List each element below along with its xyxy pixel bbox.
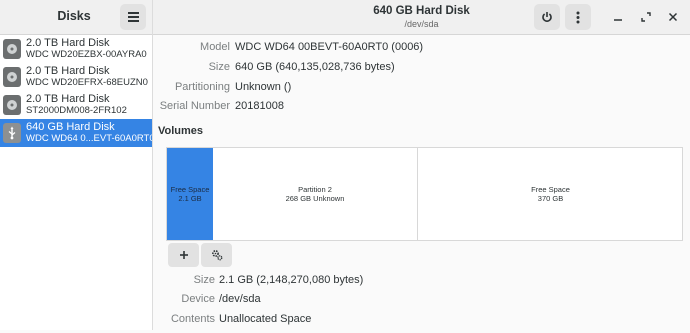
close-icon [668, 12, 678, 22]
disk-name: 2.0 TB Hard Disk [26, 93, 110, 105]
volume-segment-free-space[interactable]: Free Space 2.1 GB [167, 148, 213, 240]
property-value: /dev/sda [219, 293, 261, 305]
property-row: Serial Number 20181008 [153, 100, 690, 120]
drive-title: 640 GB Hard Disk [373, 5, 470, 17]
volume-segment-free-space[interactable]: Free Space 370 GB [417, 148, 683, 240]
property-value: Unknown () [235, 81, 292, 93]
property-row: Model WDC WD64 00BEVT-60A0RT0 (0006) [153, 41, 690, 61]
property-value: WDC WD64 00BEVT-60A0RT0 (0006) [235, 41, 424, 53]
close-button[interactable] [667, 11, 679, 23]
drive-device-path: /dev/sda [404, 19, 439, 29]
volume-map: Free Space 2.1 GB Partition 2 268 GB Unk… [166, 147, 683, 241]
property-label: Device [181, 293, 215, 305]
hard-disk-icon [3, 95, 21, 115]
kebab-icon [576, 11, 580, 23]
disk-name: 2.0 TB Hard Disk [26, 65, 110, 77]
usb-icon [3, 123, 21, 143]
segment-name: Free Space [531, 185, 570, 194]
disk-sidebar: Disks 2.0 TB Hard Disk WDC WD20EZBX-00AY… [0, 0, 153, 330]
property-label: Size [208, 61, 230, 73]
power-icon [542, 12, 552, 22]
disk-model: ST2000DM008-2FR102 [26, 105, 127, 116]
segment-detail: 370 GB [537, 194, 564, 203]
property-value: Unallocated Space [219, 313, 312, 325]
segment-name: Partition 2 [298, 185, 332, 194]
disk-list-item[interactable]: 2.0 TB Hard Disk WDC WD20EFRX-68EUZN0 [0, 63, 152, 91]
disk-list: 2.0 TB Hard Disk WDC WD20EZBX-00AYRA0 2.… [0, 35, 152, 147]
property-row: Partitioning Unknown () [153, 81, 690, 101]
partition-options-button[interactable] [201, 243, 232, 267]
minimize-button[interactable] [612, 11, 624, 23]
property-value: 640 GB (640,135,028,736 bytes) [235, 61, 395, 73]
property-row: Size 640 GB (640,135,028,736 bytes) [153, 61, 690, 81]
hamburger-icon [127, 12, 139, 22]
volume-segment-partition[interactable]: Partition 2 268 GB Unknown [213, 148, 417, 240]
property-row: Contents Unallocated Space [153, 313, 690, 333]
property-row: Size 2.1 GB (2,148,270,080 bytes) [153, 274, 690, 294]
sidebar-header: Disks [0, 0, 152, 35]
disk-name: 640 GB Hard Disk [26, 121, 115, 133]
disk-name: 2.0 TB Hard Disk [26, 37, 110, 49]
disk-list-item[interactable]: 2.0 TB Hard Disk WDC WD20EZBX-00AYRA0 [0, 35, 152, 63]
plus-icon [179, 251, 188, 259]
gears-icon [211, 250, 222, 261]
disk-model: WDC WD64 0...EVT-60A0RT0 [26, 133, 152, 144]
drive-options-button[interactable] [565, 4, 591, 30]
property-value: 20181008 [235, 100, 284, 112]
segment-detail: 2.1 GB [178, 194, 202, 203]
create-partition-button[interactable] [168, 243, 199, 267]
segment-name: Free Space [170, 185, 210, 194]
property-label: Serial Number [159, 100, 230, 112]
hard-disk-icon [3, 67, 21, 87]
property-label: Size [193, 274, 215, 286]
maximize-button[interactable] [640, 11, 652, 23]
disk-model: WDC WD20EZBX-00AYRA0 [26, 49, 147, 60]
hard-disk-icon [3, 39, 21, 59]
power-off-button[interactable] [534, 4, 560, 30]
disk-list-item[interactable]: 2.0 TB Hard Disk ST2000DM008-2FR102 [0, 91, 152, 119]
app-menu-button[interactable] [120, 4, 146, 30]
property-row: Device /dev/sda [153, 293, 690, 313]
segment-detail: 268 GB Unknown [285, 194, 345, 203]
volumes-heading: Volumes [158, 125, 204, 137]
disk-list-item-selected[interactable]: 640 GB Hard Disk WDC WD64 0...EVT-60A0RT… [0, 119, 152, 147]
disk-model: WDC WD20EFRX-68EUZN0 [26, 77, 148, 88]
header-bar: 640 GB Hard Disk /dev/sda [153, 0, 690, 35]
minimize-icon [614, 19, 622, 21]
property-label: Contents [170, 313, 215, 325]
property-label: Model [200, 41, 230, 53]
property-label: Partitioning [174, 81, 230, 93]
maximize-icon [641, 12, 651, 22]
property-value: 2.1 GB (2,148,270,080 bytes) [219, 274, 364, 286]
